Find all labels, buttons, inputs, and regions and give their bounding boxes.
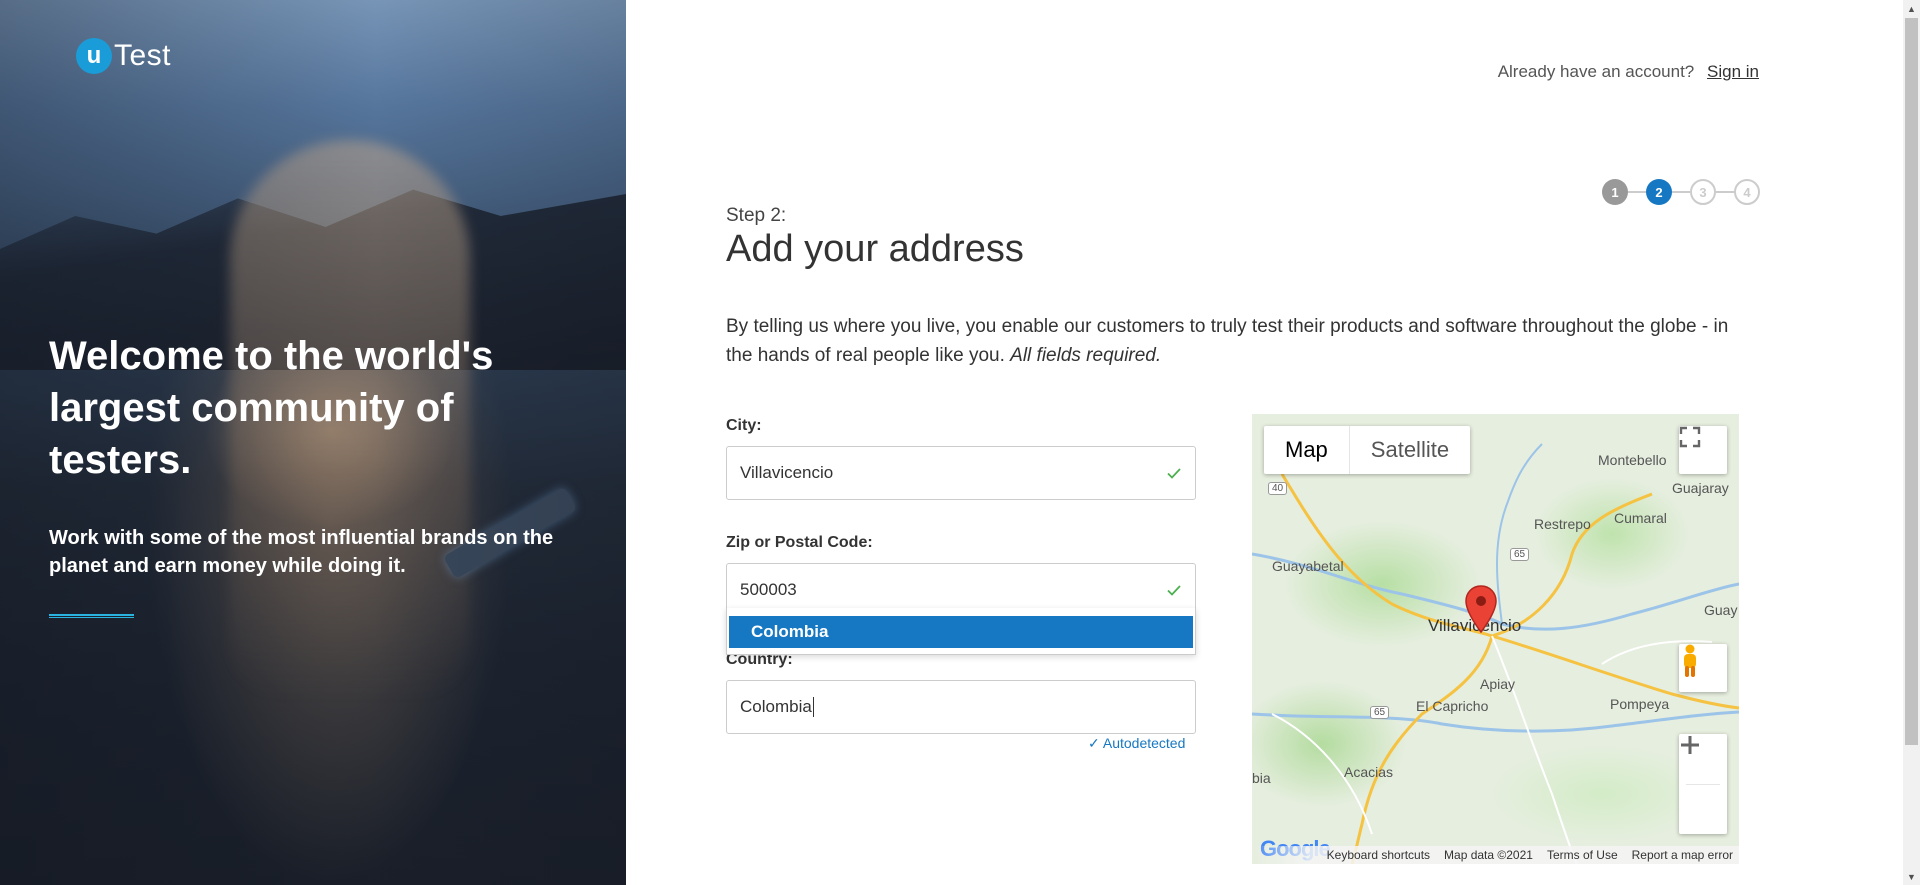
zoom-control xyxy=(1679,734,1727,834)
terms-of-use-link[interactable]: Terms of Use xyxy=(1547,848,1618,862)
autodetected-text: Autodetected xyxy=(1102,735,1186,751)
hero-divider xyxy=(49,614,134,618)
signin-prompt: Already have an account? Sign in xyxy=(1498,62,1759,82)
report-map-error-link[interactable]: Report a map error xyxy=(1632,848,1733,862)
map-place-label: El Capricho xyxy=(1416,698,1489,714)
map-place-label: bia xyxy=(1252,770,1271,786)
utest-logo[interactable]: u Test xyxy=(76,38,171,74)
city-valid-check-icon xyxy=(1167,468,1181,479)
country-input[interactable]: Colombia xyxy=(726,680,1196,734)
autodetected-note: ✓ Autodetected xyxy=(1088,735,1185,752)
hero-subtitle: Work with some of the most influential b… xyxy=(49,527,554,577)
autodetected-check-icon: ✓ xyxy=(1088,735,1100,751)
intro-emphasis: All fields required. xyxy=(1010,345,1162,366)
scroll-down-arrow-icon[interactable]: ▼ xyxy=(1903,868,1920,885)
map-type-satellite-button[interactable]: Satellite xyxy=(1350,426,1470,474)
step-connector xyxy=(1716,191,1734,193)
city-value: Villavicencio xyxy=(740,463,834,482)
map-data-attribution: Map data ©2021 xyxy=(1444,848,1533,862)
map-place-label: Pompeya xyxy=(1610,696,1670,712)
scroll-thumb[interactable] xyxy=(1905,18,1918,745)
map-place-label: Guajaray xyxy=(1672,480,1729,496)
hero-title: Welcome to the world's largest community… xyxy=(49,334,494,482)
zoom-out-button[interactable] xyxy=(1679,743,1727,834)
logo-text: Test xyxy=(114,39,172,72)
country-value: Colombia xyxy=(740,697,812,716)
route-shield: 65 xyxy=(1370,706,1390,719)
zip-valid-check-icon xyxy=(1167,585,1181,596)
map-place-label: Montebello xyxy=(1598,452,1667,468)
step-3-indicator: 3 xyxy=(1690,179,1716,205)
minus-icon xyxy=(1681,743,1699,747)
map-type-toggle: Map Satellite xyxy=(1264,426,1471,474)
map-fullscreen-button[interactable] xyxy=(1679,426,1727,474)
step-1-indicator: 1 xyxy=(1602,179,1628,205)
map-place-label: Apiay xyxy=(1480,676,1516,692)
step-label: Step 2: xyxy=(726,205,787,226)
text-caret xyxy=(812,697,814,717)
page-title: Add your address xyxy=(726,228,1024,270)
country-suggestion-dropdown: Colombia xyxy=(726,608,1196,655)
location-map[interactable]: Map Satellite Montebello Guajaray Restre… xyxy=(1252,414,1739,864)
intro-body: By telling us where you live, you enable… xyxy=(726,316,1729,366)
map-roads-and-rivers xyxy=(1252,443,1739,864)
map-footer: Keyboard shortcuts Map data ©2021 Terms … xyxy=(1252,846,1739,864)
city-label: City: xyxy=(726,417,762,434)
suggestion-item[interactable]: Colombia xyxy=(729,616,1193,648)
street-view-button[interactable] xyxy=(1679,644,1727,692)
route-shield: 65 xyxy=(1510,548,1530,561)
progress-stepper: 1 2 3 4 xyxy=(1602,179,1760,205)
step-2-indicator: 2 xyxy=(1646,179,1672,205)
keyboard-shortcuts-link[interactable]: Keyboard shortcuts xyxy=(1327,848,1430,862)
logo-mark: u xyxy=(76,38,112,74)
step-connector xyxy=(1628,191,1646,193)
map-place-label: Guayabetal xyxy=(1272,558,1344,574)
zip-label: Zip or Postal Code: xyxy=(726,534,873,551)
zip-value: 500003 xyxy=(740,580,797,599)
scroll-up-arrow-icon[interactable]: ▲ xyxy=(1903,0,1920,17)
already-have-account-text: Already have an account? xyxy=(1497,62,1695,81)
map-place-label: Guay xyxy=(1704,602,1738,618)
map-place-label: Acacias xyxy=(1344,764,1394,780)
sign-in-link[interactable]: Sign in xyxy=(1707,62,1759,81)
pegman-icon xyxy=(1684,644,1696,677)
map-place-label: Restrepo xyxy=(1534,516,1591,532)
step-connector xyxy=(1672,191,1690,193)
city-input[interactable]: Villavicencio xyxy=(726,446,1196,500)
intro-text: By telling us where you live, you enable… xyxy=(726,312,1756,370)
hero-panel: u Test Welcome to the world's largest co… xyxy=(0,0,626,885)
fullscreen-icon xyxy=(1679,426,1701,448)
route-shield: 40 xyxy=(1268,482,1288,495)
step-4-indicator: 4 xyxy=(1734,179,1760,205)
map-marker-icon[interactable] xyxy=(1464,584,1498,636)
page-scrollbar[interactable]: ▲ ▼ xyxy=(1903,0,1920,885)
map-place-label: Cumaral xyxy=(1614,510,1667,526)
map-type-map-button[interactable]: Map xyxy=(1264,426,1350,474)
